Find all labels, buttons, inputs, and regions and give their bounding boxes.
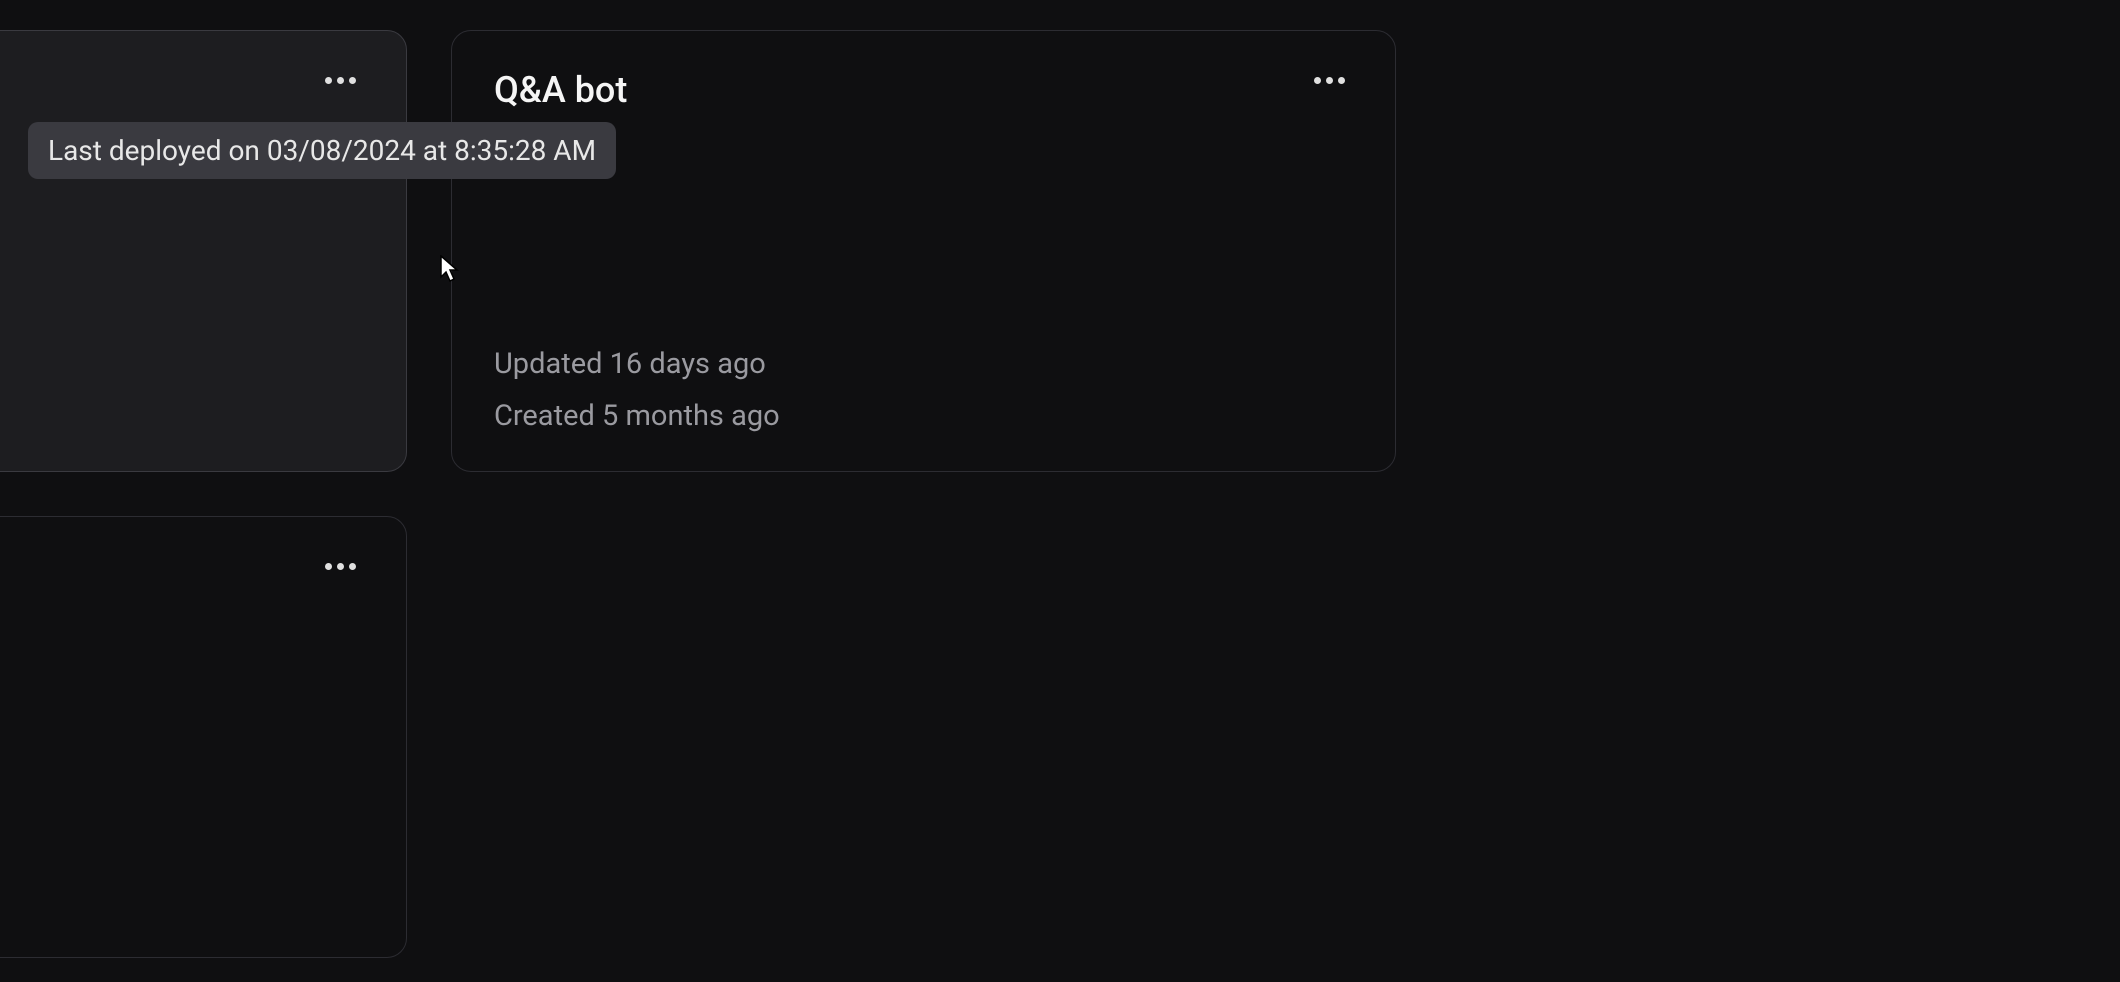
- ellipsis-icon: [325, 77, 356, 84]
- more-options-button[interactable]: [317, 69, 364, 92]
- updated-text: Updated 2 days ago: [0, 347, 364, 381]
- project-card-call-center[interactable]: Call Center Escalation Deployed Updated …: [0, 516, 407, 958]
- updated-text: Updated 16 days ago: [494, 347, 1353, 381]
- project-card-press-release[interactable]: Press Release Generator Deployed Updated…: [0, 30, 407, 472]
- card-title: Q&A bot: [494, 69, 627, 112]
- more-options-button[interactable]: [317, 555, 364, 578]
- project-card-qa-bot[interactable]: Q&A bot Updated 16 days ago Created 5 mo…: [451, 30, 1396, 472]
- more-options-button[interactable]: [1306, 69, 1353, 92]
- ellipsis-icon: [325, 563, 356, 570]
- created-text: Created 5 months ago: [494, 399, 1353, 433]
- ellipsis-icon: [1314, 77, 1345, 84]
- created-text: Created 10 months ago: [0, 885, 364, 919]
- created-text: Created 5 months ago: [0, 399, 364, 433]
- deployment-tooltip: Last deployed on 03/08/2024 at 8:35:28 A…: [28, 122, 616, 179]
- updated-text: Updated about 4 hours ago: [0, 833, 364, 867]
